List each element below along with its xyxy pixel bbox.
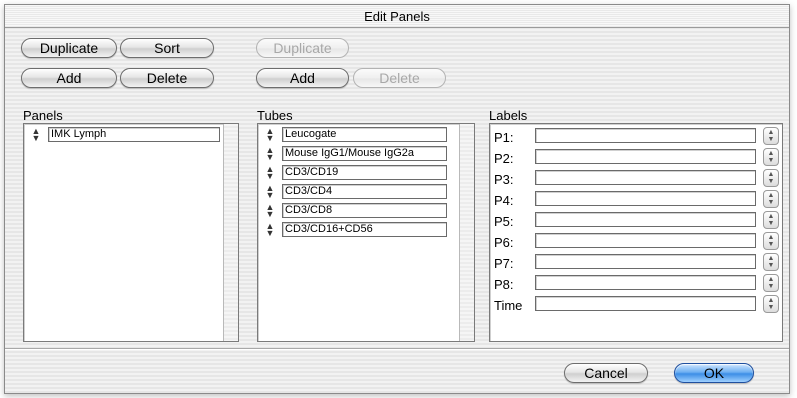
list-item[interactable]: ▲ ▼ CD3/CD19 bbox=[258, 165, 458, 181]
label-name: P5: bbox=[494, 214, 514, 229]
tube-name-field[interactable]: CD3/CD4 bbox=[282, 184, 447, 199]
label-input[interactable] bbox=[535, 191, 756, 206]
panels-label: Panels bbox=[23, 108, 63, 123]
label-row: Time ▲ ▼ bbox=[490, 295, 782, 315]
tubes-scrollbar[interactable] bbox=[459, 124, 474, 341]
stepper-arrows-icon[interactable]: ▲ ▼ bbox=[763, 169, 779, 187]
ok-button[interactable]: OK bbox=[674, 363, 754, 383]
panel-delete-button[interactable]: Delete bbox=[120, 68, 214, 88]
label-row: P5: ▲ ▼ bbox=[490, 211, 782, 231]
stepper-arrows-icon[interactable]: ▲ ▼ bbox=[763, 211, 779, 229]
tube-name-field[interactable]: CD3/CD16+CD56 bbox=[282, 222, 447, 237]
edit-panels-window: Edit Panels Duplicate Sort Add Delete Du… bbox=[4, 4, 790, 394]
up-down-arrows-icon[interactable]: ▲ ▼ bbox=[265, 127, 275, 143]
stepper-arrows-icon[interactable]: ▲ ▼ bbox=[763, 232, 779, 250]
label-name: P6: bbox=[494, 235, 514, 250]
up-down-arrows-icon[interactable]: ▲ ▼ bbox=[31, 127, 41, 143]
cancel-button[interactable]: Cancel bbox=[564, 363, 648, 383]
stepper-arrows-icon[interactable]: ▲ ▼ bbox=[763, 253, 779, 271]
label-row: P3: ▲ ▼ bbox=[490, 169, 782, 189]
label-input[interactable] bbox=[535, 254, 756, 269]
label-input[interactable] bbox=[535, 128, 756, 143]
tube-add-button[interactable]: Add bbox=[256, 68, 349, 88]
tube-name-field[interactable]: Leucogate bbox=[282, 127, 447, 142]
label-input[interactable] bbox=[535, 275, 756, 290]
panel-name-field[interactable]: IMK Lymph bbox=[48, 127, 220, 142]
panel-sort-button[interactable]: Sort bbox=[120, 38, 214, 58]
list-item[interactable]: ▲ ▼ CD3/CD16+CD56 bbox=[258, 222, 458, 238]
up-down-arrows-icon[interactable]: ▲ ▼ bbox=[265, 165, 275, 181]
tube-name-field[interactable]: CD3/CD8 bbox=[282, 203, 447, 218]
list-item[interactable]: ▲ ▼ IMK Lymph bbox=[24, 127, 224, 143]
labels-label: Labels bbox=[489, 108, 528, 123]
up-down-arrows-icon[interactable]: ▲ ▼ bbox=[265, 203, 275, 219]
list-item[interactable]: ▲ ▼ Leucogate bbox=[258, 127, 458, 143]
label-row: P6: ▲ ▼ bbox=[490, 232, 782, 252]
label-input[interactable] bbox=[535, 233, 756, 248]
label-row: P1: ▲ ▼ bbox=[490, 127, 782, 147]
stepper-arrows-icon[interactable]: ▲ ▼ bbox=[763, 127, 779, 145]
label-row: P4: ▲ ▼ bbox=[490, 190, 782, 210]
tubes-label: Tubes bbox=[257, 108, 293, 123]
stepper-arrows-icon[interactable]: ▲ ▼ bbox=[763, 190, 779, 208]
list-item[interactable]: ▲ ▼ Mouse IgG1/Mouse IgG2a bbox=[258, 146, 458, 162]
label-name: Time bbox=[494, 298, 523, 313]
tube-name-field[interactable]: Mouse IgG1/Mouse IgG2a bbox=[282, 146, 447, 161]
label-name: P7: bbox=[494, 256, 514, 271]
panels-list[interactable]: ▲ ▼ IMK Lymph bbox=[23, 123, 239, 342]
label-name: P1: bbox=[494, 130, 514, 145]
label-name: P2: bbox=[494, 151, 514, 166]
label-input[interactable] bbox=[535, 212, 756, 227]
tube-name-field[interactable]: CD3/CD19 bbox=[282, 165, 447, 180]
label-name: P8: bbox=[494, 277, 514, 292]
stepper-arrows-icon[interactable]: ▲ ▼ bbox=[763, 148, 779, 166]
panels-scrollbar[interactable] bbox=[223, 124, 238, 341]
label-input[interactable] bbox=[535, 170, 756, 185]
up-down-arrows-icon[interactable]: ▲ ▼ bbox=[265, 184, 275, 200]
label-input[interactable] bbox=[535, 149, 756, 164]
label-name: P3: bbox=[494, 172, 514, 187]
window-title: Edit Panels bbox=[5, 5, 789, 28]
label-row: P7: ▲ ▼ bbox=[490, 253, 782, 273]
tube-duplicate-button[interactable]: Duplicate bbox=[256, 38, 349, 58]
panel-duplicate-button[interactable]: Duplicate bbox=[21, 38, 117, 58]
label-row: P2: ▲ ▼ bbox=[490, 148, 782, 168]
label-row: P8: ▲ ▼ bbox=[490, 274, 782, 294]
tubes-list[interactable]: ▲ ▼ Leucogate ▲ ▼ Mouse IgG1/Mouse IgG2a ▲… bbox=[257, 123, 475, 342]
up-down-arrows-icon[interactable]: ▲ ▼ bbox=[265, 222, 275, 238]
tube-delete-button[interactable]: Delete bbox=[353, 68, 446, 88]
stepper-arrows-icon[interactable]: ▲ ▼ bbox=[763, 295, 779, 313]
footer-divider bbox=[5, 348, 789, 350]
stepper-arrows-icon[interactable]: ▲ ▼ bbox=[763, 274, 779, 292]
list-item[interactable]: ▲ ▼ CD3/CD4 bbox=[258, 184, 458, 200]
panel-add-button[interactable]: Add bbox=[21, 68, 117, 88]
label-input[interactable] bbox=[535, 296, 756, 311]
up-down-arrows-icon[interactable]: ▲ ▼ bbox=[265, 146, 275, 162]
label-name: P4: bbox=[494, 193, 514, 208]
list-item[interactable]: ▲ ▼ CD3/CD8 bbox=[258, 203, 458, 219]
labels-box: P1: ▲ ▼ P2: ▲ ▼ P3: ▲ ▼ P4: ▲ ▼ P5: ▲ ▼ P6: ▲… bbox=[489, 123, 783, 342]
